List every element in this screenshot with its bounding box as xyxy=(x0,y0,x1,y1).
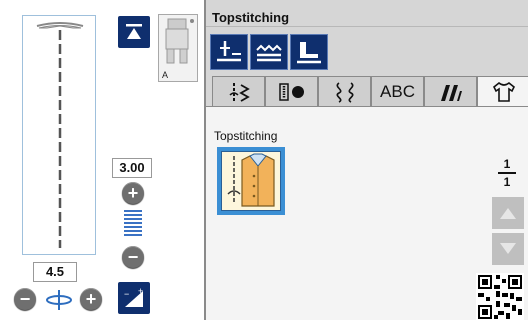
page-current: 1 xyxy=(503,157,511,171)
arrow-up-icon xyxy=(500,208,516,219)
stitch-length-value: 4.5 xyxy=(33,262,77,282)
combination-mode-button[interactable] xyxy=(250,34,288,70)
needle-position-button[interactable] xyxy=(118,16,150,48)
panel-title: Topstitching xyxy=(212,10,290,25)
svg-text:−: − xyxy=(124,289,129,299)
stitch-settings-panel: A 3.00 + − 4.5 − + − + xyxy=(0,0,206,320)
stitch-density-icon xyxy=(124,210,142,238)
category-label: Topstitching xyxy=(214,129,278,143)
presser-foot-mode-button[interactable] xyxy=(290,34,328,70)
presser-foot-card: A xyxy=(158,14,198,82)
needle-up-icon xyxy=(126,24,142,39)
tab-decorative[interactable] xyxy=(318,76,371,106)
mode-toolbar xyxy=(206,28,528,76)
tab-utility-stitches[interactable] xyxy=(212,76,265,106)
qr-code-icon[interactable] xyxy=(476,273,524,320)
width-decrease-button[interactable]: − xyxy=(122,246,144,268)
svg-text:+: + xyxy=(138,286,143,296)
plus-icon: + xyxy=(85,289,97,309)
length-increase-button[interactable]: + xyxy=(80,288,102,310)
stitch-tile-topstitching[interactable] xyxy=(217,147,285,215)
utility-stitch-icon xyxy=(228,82,250,102)
tab-garment[interactable] xyxy=(477,76,528,107)
single-stitch-mode-button[interactable] xyxy=(210,34,248,70)
presser-foot-letter: A xyxy=(162,70,169,80)
page-indicator: 1 1 xyxy=(496,157,518,189)
combination-stitch-icon xyxy=(256,44,282,62)
page-up-button[interactable] xyxy=(492,197,524,229)
tension-adjust-icon: − + xyxy=(124,286,143,307)
arrow-down-icon xyxy=(500,243,516,254)
decorative-stitch-icon xyxy=(336,81,353,103)
length-decrease-button[interactable]: − xyxy=(14,288,36,310)
quilting-icon xyxy=(440,84,462,101)
buttonhole-icon xyxy=(278,82,304,101)
single-stitch-icon xyxy=(217,41,241,62)
page-down-button[interactable] xyxy=(492,233,524,265)
topstitching-shirt-icon xyxy=(221,151,281,211)
stitch-selection-panel: Topstitching ABC Topstitching 1 1 xyxy=(206,0,528,320)
stitch-category-tabs: ABC xyxy=(212,76,528,107)
width-increase-button[interactable]: + xyxy=(122,182,144,204)
tension-button[interactable]: − + xyxy=(118,282,150,314)
title-bar: Topstitching xyxy=(206,9,528,27)
presser-foot-icon xyxy=(165,18,194,64)
stitch-preview xyxy=(22,15,96,255)
stitch-list-area: Topstitching 1 1 xyxy=(206,106,528,320)
presser-foot-mode-icon xyxy=(297,42,321,64)
tab-buttonhole[interactable] xyxy=(265,76,318,106)
tab-character-label: ABC xyxy=(380,81,415,101)
shirt-icon xyxy=(492,81,515,102)
page-total: 1 xyxy=(503,174,511,189)
tab-quilting[interactable] xyxy=(424,76,477,106)
minus-icon: − xyxy=(127,247,139,267)
tab-character[interactable]: ABC xyxy=(371,76,424,106)
plus-icon: + xyxy=(127,183,139,203)
stitch-width-value: 3.00 xyxy=(112,158,152,178)
stitch-length-icon xyxy=(46,290,72,310)
minus-icon: − xyxy=(19,289,31,309)
straight-stitch-preview-icon xyxy=(36,22,84,248)
